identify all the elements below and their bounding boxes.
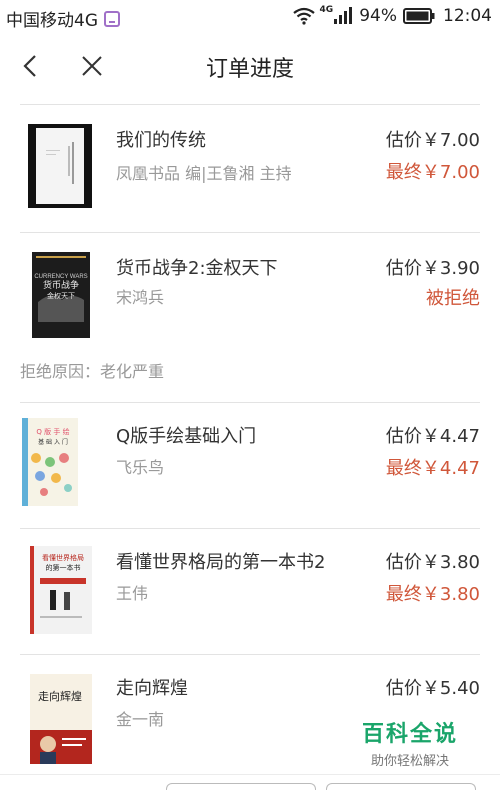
estimated-price: 估价￥5.40 bbox=[385, 678, 480, 699]
book-cover-image: Q 版 手 绘 基 础 入 门 bbox=[22, 418, 78, 506]
list-item[interactable]: 我们的传统 凤凰书品 编|王鲁湘 主持 估价￥7.00 最终￥7.00 bbox=[20, 124, 480, 216]
divider bbox=[20, 402, 480, 403]
cover-text-en: CURRENCY WARS bbox=[34, 274, 87, 280]
book-cover-image: CURRENCY WARS 货币战争 金权天下 bbox=[32, 252, 90, 338]
battery-icon bbox=[403, 8, 435, 24]
wifi-icon bbox=[292, 7, 315, 25]
cover-text-title: 看懂世界格局 bbox=[42, 553, 84, 562]
book-cover-image: 走向辉煌 bbox=[30, 674, 92, 764]
book-author: 宋鸿兵 bbox=[116, 288, 165, 307]
final-price: 最终￥3.80 bbox=[385, 584, 480, 605]
book-author: 王伟 bbox=[116, 584, 149, 603]
watermark-sub: 助你轻松解决 bbox=[370, 754, 449, 769]
book-author: 金一南 bbox=[116, 710, 165, 729]
book-cover-image: 看懂世界格局 的第一本书 bbox=[30, 546, 92, 634]
status-right: 4G 94% 12:04 bbox=[292, 5, 492, 26]
order-item-list[interactable]: 我们的传统 凤凰书品 编|王鲁湘 主持 估价￥7.00 最终￥7.00 CURR… bbox=[0, 96, 500, 774]
cover-text-sub: 基 础 入 门 bbox=[38, 438, 68, 446]
book-author: 凤凰书品 编|王鲁湘 主持 bbox=[116, 164, 292, 183]
status-bar: 中国移动4G 4G 94% 12:04 bbox=[0, 0, 500, 36]
clock: 12:04 bbox=[443, 6, 492, 26]
carrier-label: 中国移动4G bbox=[6, 11, 98, 31]
final-price: 最终￥4.47 bbox=[385, 458, 480, 479]
book-author: 飞乐鸟 bbox=[116, 458, 165, 477]
estimated-price: 估价￥4.47 bbox=[385, 426, 480, 447]
book-cover-image bbox=[28, 124, 92, 208]
bottom-button-left[interactable] bbox=[166, 783, 316, 790]
battery-percent: 94% bbox=[359, 6, 397, 26]
book-title: 货币战争2:金权天下 bbox=[116, 258, 278, 279]
cover-text-sub: 金权天下 bbox=[47, 291, 75, 300]
nav-bar: 订单进度 bbox=[0, 36, 500, 96]
cover-text-title: 走向辉煌 bbox=[38, 689, 82, 703]
signal-icon bbox=[334, 7, 353, 24]
reject-reason: 拒绝原因：老化严重 bbox=[20, 362, 165, 381]
page-title: 订单进度 bbox=[205, 57, 294, 82]
divider bbox=[20, 232, 480, 233]
cover-text-title: Q 版 手 绘 bbox=[36, 427, 69, 436]
estimated-price: 估价￥3.80 bbox=[385, 552, 480, 573]
status-left: 中国移动4G bbox=[6, 6, 120, 31]
list-item[interactable]: 看懂世界格局 的第一本书 看懂世界格局的第一本书2 王伟 估价￥3.80 最终￥… bbox=[20, 546, 480, 638]
estimated-price: 估价￥3.90 bbox=[385, 258, 480, 279]
cover-text-sub: 的第一本书 bbox=[46, 563, 81, 572]
bottom-button-right[interactable] bbox=[326, 783, 476, 790]
network-type-label: 4G bbox=[319, 5, 334, 15]
rejected-status: 被拒绝 bbox=[426, 288, 480, 309]
watermark-main: 百科全说 bbox=[361, 722, 458, 747]
divider bbox=[20, 104, 480, 105]
notification-app-icon bbox=[104, 10, 120, 27]
book-title: Q版手绘基础入门 bbox=[116, 426, 257, 447]
watermark-logo: 百科全说 助你轻松解决 bbox=[362, 716, 458, 769]
list-item[interactable]: Q 版 手 绘 基 础 入 门 Q版手绘基础入门 飞乐鸟 估价￥4.47 最终￥… bbox=[20, 418, 480, 512]
divider bbox=[20, 654, 480, 655]
book-title: 我们的传统 bbox=[116, 130, 206, 151]
cover-text-title: 货币战争 bbox=[43, 279, 79, 291]
list-item[interactable]: CURRENCY WARS 货币战争 金权天下 货币战争2:金权天下 宋鸿兵 估… bbox=[20, 252, 480, 344]
final-price: 最终￥7.00 bbox=[385, 162, 480, 183]
book-title: 看懂世界格局的第一本书2 bbox=[116, 552, 326, 573]
bottom-action-bar bbox=[0, 774, 500, 790]
book-title: 走向辉煌 bbox=[116, 678, 188, 699]
divider bbox=[20, 528, 480, 529]
estimated-price: 估价￥7.00 bbox=[385, 130, 480, 151]
